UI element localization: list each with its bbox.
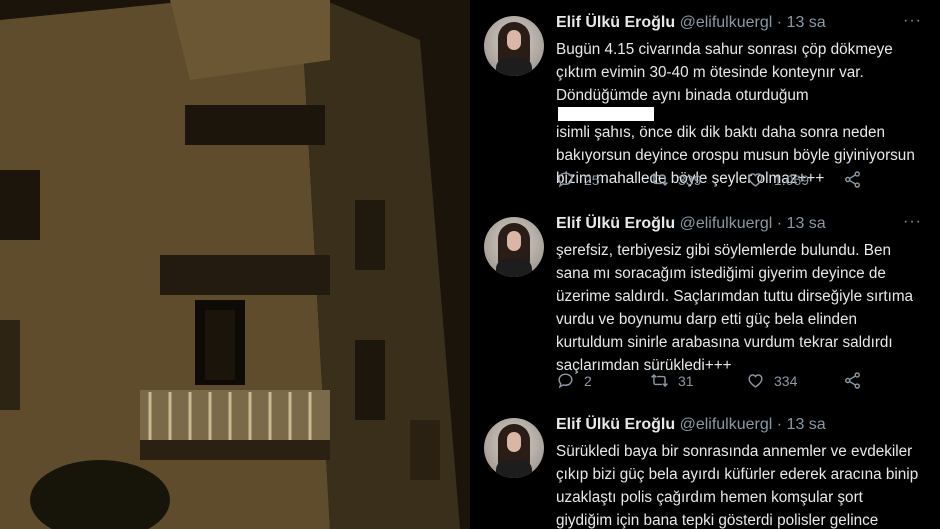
- like-count: 1.069: [774, 171, 810, 188]
- tweet-line: çıktım evimin 30-40 m ötesinde konteynır…: [556, 64, 864, 81]
- display-name[interactable]: Elif Ülkü Eroğlu: [556, 416, 675, 433]
- avatar[interactable]: [484, 217, 544, 277]
- tweet-line: üzerime saldırdı. Saçlarımdan tuttu dirs…: [556, 288, 914, 305]
- tweet-text: şerefsiz, terbiyesiz gibi söylemlerde bu…: [556, 239, 932, 377]
- separator-dot: ·: [776, 416, 783, 433]
- more-icon[interactable]: ···: [903, 12, 922, 30]
- retweet-count: 31: [678, 372, 694, 389]
- tweet-header: Elif Ülkü Eroğlu @elifulkuergl · 13 sa: [556, 416, 916, 434]
- tweet-thread: Elif Ülkü Eroğlu @elifulkuergl · 13 sa ·…: [470, 0, 940, 529]
- tweet-line: bakıyorsun deyince orospu musun böyle gi…: [556, 147, 915, 164]
- tweet-line-redacted: Döndüğümde aynı binada oturduğum: [556, 84, 932, 121]
- heart-icon: [748, 374, 763, 388]
- tweet-line: vurdu ve boynumu darp etti güç bela elin…: [556, 311, 858, 328]
- tweet-line: isimli şahıs, önce dik dik baktı daha so…: [556, 124, 886, 141]
- tweet-line: çıkıp bizi güç bela ayırdı küfürler eder…: [556, 466, 919, 483]
- tweet-line: Bugün 4.15 civarında sahur sonrası çöp d…: [556, 41, 893, 58]
- building-photo: [0, 0, 470, 529]
- like-button[interactable]: 334: [746, 371, 797, 390]
- more-icon[interactable]: ···: [903, 213, 922, 231]
- share-icon: [845, 372, 860, 389]
- retweet-button[interactable]: 339: [650, 170, 701, 189]
- display-name[interactable]: Elif Ülkü Eroğlu: [556, 215, 675, 232]
- retweet-count: 339: [678, 171, 702, 188]
- tweet-header: Elif Ülkü Eroğlu @elifulkuergl · 13 sa: [556, 14, 916, 32]
- building-illustration: [0, 0, 470, 529]
- share-icon: [845, 171, 860, 188]
- like-button[interactable]: 1.069: [746, 170, 809, 189]
- timestamp[interactable]: 13 sa: [787, 215, 826, 232]
- retweet-icon: [651, 373, 668, 388]
- tweet-line: şerefsiz, terbiyesiz gibi söylemlerde bu…: [556, 242, 892, 259]
- heart-icon: [748, 173, 763, 187]
- tweet-header: Elif Ülkü Eroğlu @elifulkuergl · 13 sa: [556, 215, 916, 233]
- separator-dot: ·: [776, 215, 783, 232]
- tweet-text: Sürükledi baya bir sonrasında annemler v…: [556, 440, 932, 529]
- redaction-box: [558, 107, 654, 121]
- display-name[interactable]: Elif Ülkü Eroğlu: [556, 14, 675, 31]
- reply-icon: [558, 373, 573, 389]
- reply-button[interactable]: 25: [556, 170, 600, 189]
- retweet-button[interactable]: 31: [650, 371, 694, 390]
- tweet-text: Bugün 4.15 civarında sahur sonrası çöp d…: [556, 38, 932, 190]
- reply-button[interactable]: 2: [556, 371, 592, 390]
- share-button[interactable]: [843, 170, 862, 189]
- tweet-actions: 25 339 1.069: [556, 170, 866, 194]
- avatar[interactable]: [484, 16, 544, 76]
- reply-icon: [558, 172, 573, 188]
- like-count: 334: [774, 372, 798, 389]
- tweet-line: kurtuldum sinirle arabasına vurdum tekra…: [556, 334, 893, 351]
- timestamp[interactable]: 13 sa: [787, 14, 826, 31]
- reply-count: 2: [584, 372, 592, 389]
- tweet-line: Döndüğümde aynı binada oturduğum: [556, 87, 809, 104]
- separator-dot: ·: [776, 14, 783, 31]
- share-button[interactable]: [843, 371, 862, 390]
- tweet-actions: 2 31 334: [556, 371, 866, 395]
- tweet-line: Sürükledi baya bir sonrasında annemler v…: [556, 443, 913, 460]
- tweet-line: sana mı soracağım istediğimi giyerim dey…: [556, 265, 886, 282]
- avatar[interactable]: [484, 418, 544, 478]
- user-handle[interactable]: @elifulkuergl: [680, 215, 773, 232]
- tweet-line: giydiğim için bana tepki gösterdi polisl…: [556, 512, 879, 529]
- timestamp[interactable]: 13 sa: [787, 416, 826, 433]
- retweet-icon: [651, 172, 668, 187]
- user-handle[interactable]: @elifulkuergl: [680, 14, 773, 31]
- user-handle[interactable]: @elifulkuergl: [680, 416, 773, 433]
- tweet-line: uzaklaştı polis çağırdım hemen komşular …: [556, 489, 863, 506]
- reply-count: 25: [584, 171, 600, 188]
